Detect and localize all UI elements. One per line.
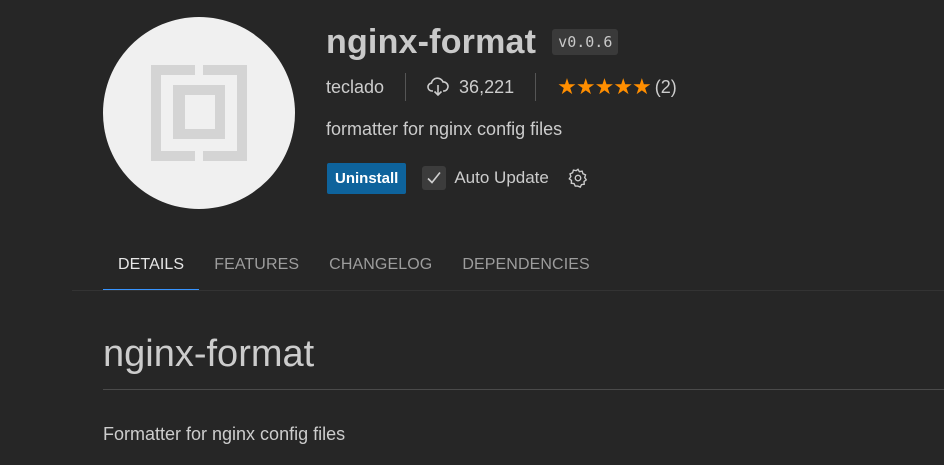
publisher-name[interactable]: teclado [326, 77, 384, 98]
auto-update-toggle[interactable]: Auto Update [422, 166, 549, 190]
extension-title-row: nginx-format v0.0.6 [326, 22, 619, 62]
star-icon: ★ [575, 74, 596, 99]
tab-details[interactable]: DETAILS [103, 240, 200, 290]
rating-stars[interactable]: ★ ★ ★ ★ ★ [557, 74, 652, 100]
rating-count: (2) [654, 76, 677, 97]
readme-text: Formatter for nginx config files [103, 424, 346, 444]
meta-divider [405, 73, 407, 101]
readme-divider [103, 389, 944, 390]
extension-actions: Uninstall Auto Update [327, 162, 589, 194]
version-badge: v0.0.6 [552, 29, 619, 55]
extension-logo [103, 17, 295, 209]
extension-name: nginx-format [326, 22, 537, 61]
star-icon: ★ [557, 74, 577, 99]
extension-details-page: nginx-format v0.0.6 teclado 36,221 ★ ★ ★… [0, 0, 944, 465]
extension-description: formatter for nginx config files [326, 119, 563, 139]
extension-meta-row: teclado 36,221 ★ ★ ★ ★ ★ (2) [326, 72, 677, 102]
extension-logo-icon [151, 65, 247, 161]
star-icon: ★ [632, 74, 652, 99]
auto-update-label: Auto Update [454, 168, 549, 187]
star-icon: ★ [613, 74, 633, 99]
uninstall-button[interactable]: Uninstall [327, 162, 407, 194]
tab-dependencies[interactable]: DEPENDENCIES [447, 240, 604, 290]
readme-title: nginx-format [103, 333, 315, 375]
star-icon: ★ [594, 74, 615, 99]
meta-divider [535, 73, 537, 101]
detail-tabs: DETAILS FEATURES CHANGELOG DEPENDENCIES [103, 240, 605, 290]
auto-update-checkbox[interactable] [422, 166, 447, 190]
gear-icon[interactable] [567, 167, 589, 189]
tab-features[interactable]: FEATURES [199, 240, 314, 290]
tab-changelog[interactable]: CHANGELOG [314, 240, 447, 290]
cloud-download-icon [427, 77, 449, 97]
tab-divider [72, 290, 944, 291]
download-count: 36,221 [459, 76, 515, 97]
checkmark-icon [427, 172, 441, 184]
